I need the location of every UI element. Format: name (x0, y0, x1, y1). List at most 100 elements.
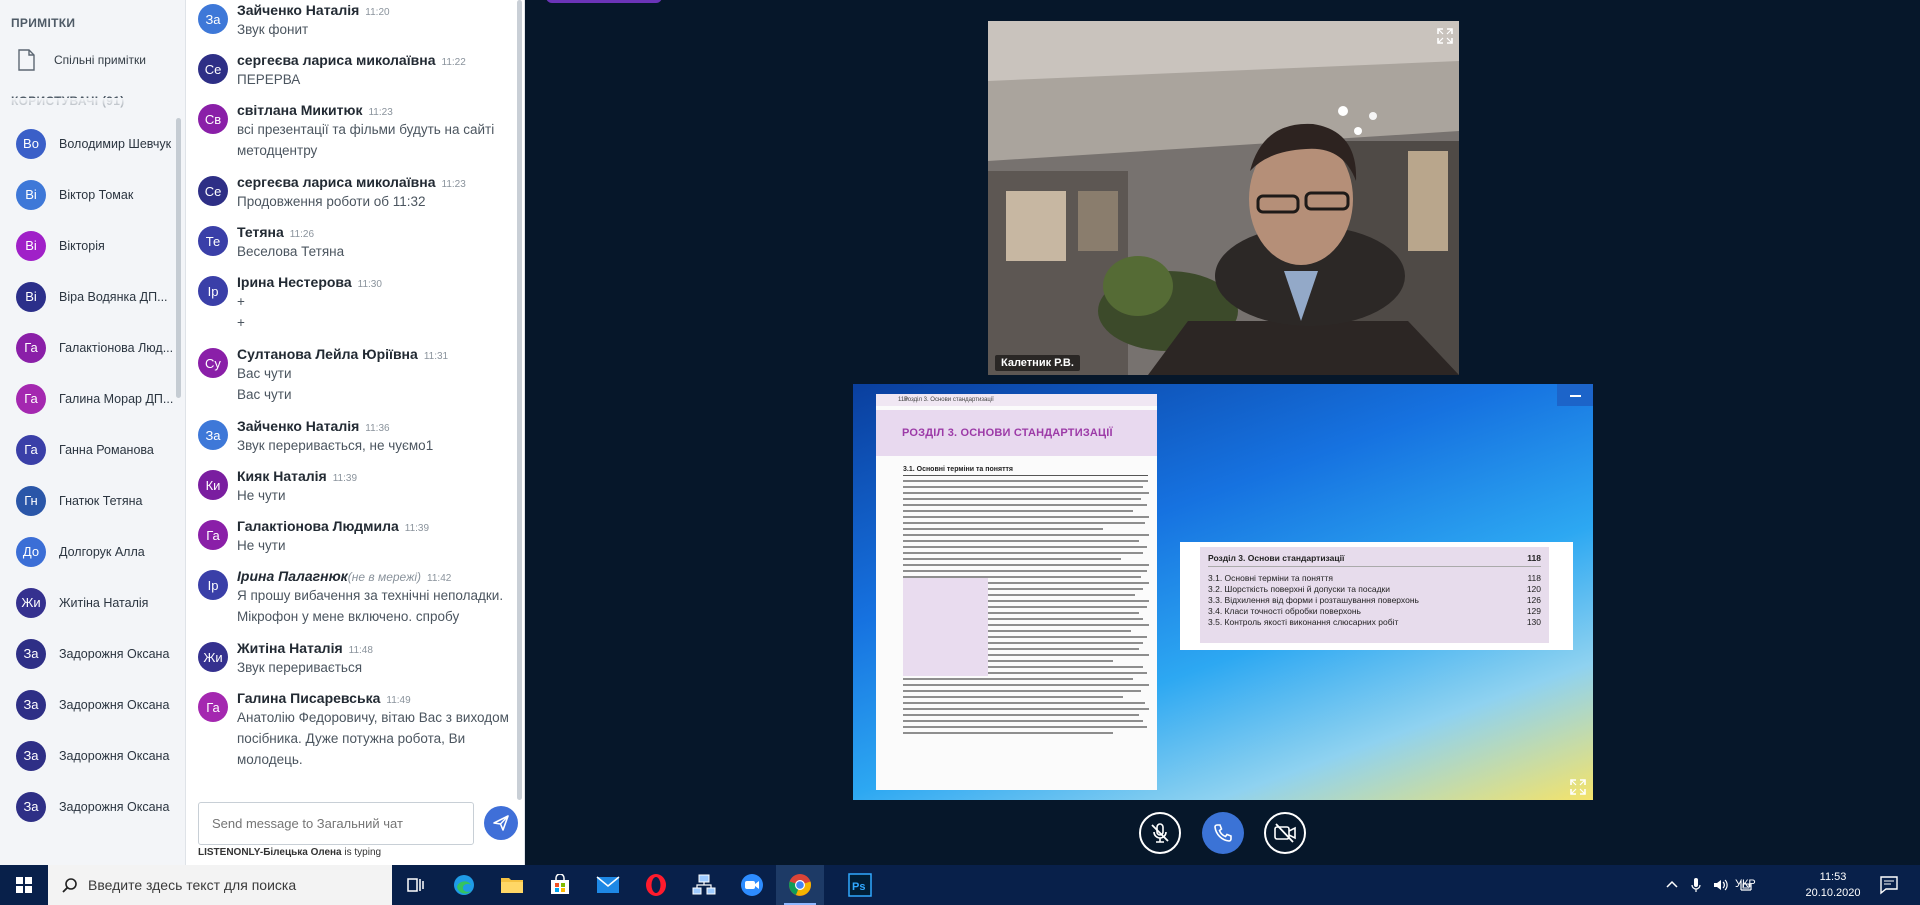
toc-entry-page: 130 (1526, 617, 1541, 627)
text-line (903, 540, 1139, 542)
avatar: Ві (16, 281, 46, 312)
minimize-presentation-button[interactable] (1557, 384, 1593, 406)
toc-entry: 3.5. Контроль якості виконання слюсарних… (1208, 617, 1541, 628)
user-list-item[interactable]: Жи Житіна Наталія (0, 577, 185, 628)
avatar: Га (198, 520, 228, 550)
toc-entry: 3.3. Відхилення від форми і розташування… (1208, 595, 1541, 606)
avatar: До (16, 536, 46, 567)
chat-message-input[interactable] (198, 802, 474, 845)
user-list-item[interactable]: За Задорожня Оксана (0, 679, 185, 730)
microphone-tray-icon[interactable] (1691, 877, 1701, 893)
avatar: Жи (16, 587, 46, 618)
share-webcam-button[interactable] (1264, 812, 1306, 854)
user-list-item[interactable]: До Долгорук Алла (0, 526, 185, 577)
book-subtitle: 3.1. Основні терміни та поняття (903, 466, 1148, 476)
message-text: Веселова Тетяна (237, 244, 345, 259)
mute-microphone-button[interactable] (1139, 812, 1181, 854)
avatar: За (16, 740, 46, 771)
message-time: 11:30 (357, 279, 382, 290)
text-line (903, 570, 1147, 572)
volume-icon[interactable] (1713, 878, 1729, 892)
taskbar-app-store[interactable] (536, 865, 584, 905)
taskbar-app-zoom[interactable] (728, 865, 776, 905)
text-line (903, 504, 1147, 506)
typing-suffix: is typing (341, 847, 382, 858)
user-list-item[interactable]: Га Ганна Романова (0, 424, 185, 475)
top-tab-indicator (546, 0, 662, 3)
toc-entry: 3.4. Класи точності обробки поверхонь 129 (1208, 606, 1541, 617)
fullscreen-icon[interactable] (1569, 778, 1587, 796)
leave-audio-button[interactable] (1202, 812, 1244, 854)
send-icon (493, 815, 509, 831)
list-fade (0, 98, 185, 120)
system-clock[interactable]: 11:53 20.10.2020 (1794, 869, 1872, 901)
taskbar-search[interactable]: Введите здесь текст для поиска (48, 865, 392, 905)
notes-section-title: ПРИМІТКИ (11, 16, 76, 30)
avatar: Во (16, 128, 46, 159)
message-header: Кияк Наталія 11:39 (237, 468, 357, 484)
chevron-up-icon[interactable] (1665, 879, 1679, 891)
user-list-item[interactable]: За Задорожня Оксана (0, 781, 185, 832)
input-language[interactable]: УКР (1735, 878, 1756, 890)
message-author: світлана Микитюк (237, 102, 363, 118)
start-button[interactable] (0, 865, 48, 905)
message-header: Ірина Палагнюк(не в мережі) 11:42 (237, 568, 451, 584)
message-text: посібника. Дуже потужна робота, Ви (237, 731, 466, 746)
search-placeholder: Введите здесь текст для поиска (88, 877, 297, 893)
message-header: Тетяна 11:26 (237, 224, 314, 240)
edge-icon (454, 875, 474, 895)
avatar: Га (16, 383, 46, 414)
taskbar-app-mail[interactable] (584, 865, 632, 905)
message-text: + (237, 294, 245, 309)
taskbar-app-photoshop[interactable]: Ps (836, 865, 884, 905)
chat-message: Те Тетяна 11:26 Веселова Тетяна (186, 224, 516, 266)
avatar: За (16, 791, 46, 822)
chat-scrollbar[interactable] (517, 0, 522, 800)
user-list-item[interactable]: За Задорожня Оксана (0, 730, 185, 781)
user-list-item[interactable]: Во Володимир Шевчук (0, 118, 185, 169)
chat-message: Се сергеєва лариса миколаївна 11:23 Продовж… (186, 174, 516, 216)
notification-icon[interactable] (1877, 873, 1901, 897)
webcam-video[interactable]: Калетник Р.В. (988, 21, 1459, 375)
taskbar-app-explorer[interactable] (488, 865, 536, 905)
phone-icon (1214, 824, 1232, 842)
user-list-item[interactable]: Ві Віра Водянка ДП... (0, 271, 185, 322)
user-list-item[interactable]: Га Галактіонова Люд... (0, 322, 185, 373)
users-scrollbar[interactable] (176, 118, 181, 398)
text-line (903, 486, 1143, 488)
avatar: Су (198, 348, 228, 378)
toc-card: Розділ 3. Основи стандартизації 118 3.1.… (1180, 542, 1573, 650)
shared-notes-item[interactable]: Спільні примітки (0, 42, 185, 78)
text-line (903, 720, 1143, 722)
taskbar-app-edge[interactable] (440, 865, 488, 905)
windows-icon (16, 877, 32, 893)
text-line (903, 498, 1141, 500)
app-window: ПРИМІТКИ Спільні примітки КОРИСТУВАЧІ (9… (0, 0, 1920, 905)
presentation-slide[interactable]: 118 Розділ 3. Основи стандартизації РОЗД… (853, 384, 1593, 800)
taskbar-app-chrome[interactable] (776, 865, 824, 905)
text-line (903, 552, 1143, 554)
user-name: Долгорук Алла (59, 544, 145, 559)
chat-message: За Зайченко Наталія 11:20 Звук фонит (186, 2, 516, 44)
user-list-item[interactable]: Ві Віктор Томак (0, 169, 185, 220)
book-header-text: Розділ 3. Основи стандартизації (904, 397, 994, 403)
message-text: Не чути (237, 538, 286, 553)
fullscreen-icon[interactable] (1436, 27, 1454, 45)
message-time: 11:22 (441, 57, 466, 68)
user-list-item[interactable]: Гн Гнатюк Тетяна (0, 475, 185, 526)
task-view-button[interactable] (392, 865, 440, 905)
user-list-item[interactable]: Ві Вікторія (0, 220, 185, 271)
send-message-button[interactable] (484, 806, 518, 840)
user-list-item[interactable]: За Задорожня Оксана (0, 628, 185, 679)
message-text: Не чути (237, 488, 286, 503)
photoshop-icon: Ps (848, 873, 872, 897)
text-line (903, 714, 1139, 716)
user-list-item[interactable]: Га Галина Морар ДП... (0, 373, 185, 424)
user-name: Галина Морар ДП... (59, 391, 174, 406)
chrome-icon (789, 874, 811, 896)
svg-text:Ps: Ps (852, 881, 865, 893)
document-icon (18, 49, 35, 71)
avatar: Те (198, 226, 228, 256)
taskbar-app-opera[interactable] (632, 865, 680, 905)
taskbar-app-network[interactable] (680, 865, 728, 905)
